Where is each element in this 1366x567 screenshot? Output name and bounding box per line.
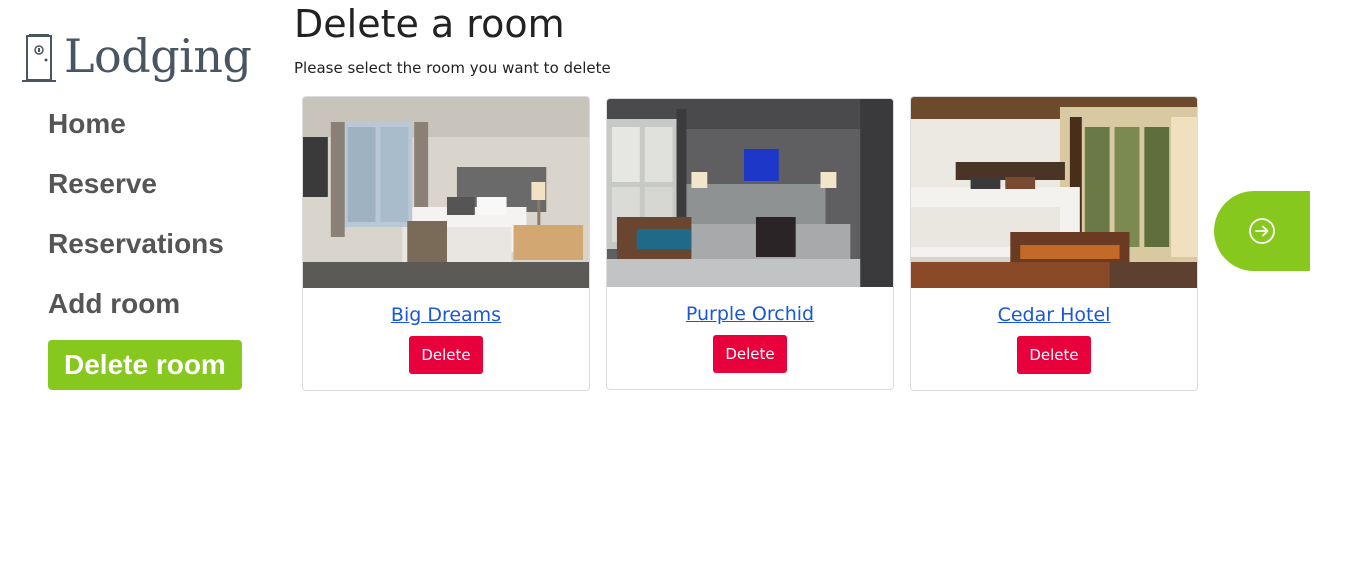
- room-card: Cedar Hotel Delete: [910, 96, 1198, 391]
- room-name-link[interactable]: Purple Orchid: [686, 301, 814, 327]
- sidebar-nav: Home Reserve Reservations Add room Delet…: [48, 100, 248, 390]
- delete-button[interactable]: Delete: [409, 336, 483, 374]
- room-image: [607, 99, 893, 287]
- room-card: Big Dreams Delete: [302, 96, 590, 391]
- delete-button[interactable]: Delete: [713, 335, 787, 373]
- next-page-button[interactable]: [1214, 191, 1310, 271]
- nav-item-reserve[interactable]: Reserve: [48, 160, 248, 220]
- page-subtitle: Please select the room you want to delet…: [294, 59, 611, 77]
- room-card: Purple Orchid Delete: [606, 98, 894, 390]
- nav-item-home[interactable]: Home: [48, 100, 248, 160]
- door-icon: [20, 30, 58, 82]
- page-title: Delete a room: [294, 2, 565, 46]
- nav-item-add-room[interactable]: Add room: [48, 280, 248, 340]
- room-name-link[interactable]: Big Dreams: [391, 302, 501, 328]
- brand-logo[interactable]: Lodging: [20, 28, 260, 84]
- room-image: [911, 97, 1197, 288]
- room-name-link[interactable]: Cedar Hotel: [998, 302, 1111, 328]
- arrow-right-circle-icon: [1249, 218, 1275, 244]
- nav-item-delete-room[interactable]: Delete room: [48, 340, 242, 390]
- room-image: [303, 97, 589, 288]
- delete-button[interactable]: Delete: [1017, 336, 1091, 374]
- nav-item-reservations[interactable]: Reservations: [48, 220, 248, 280]
- brand-name: Lodging: [64, 29, 252, 83]
